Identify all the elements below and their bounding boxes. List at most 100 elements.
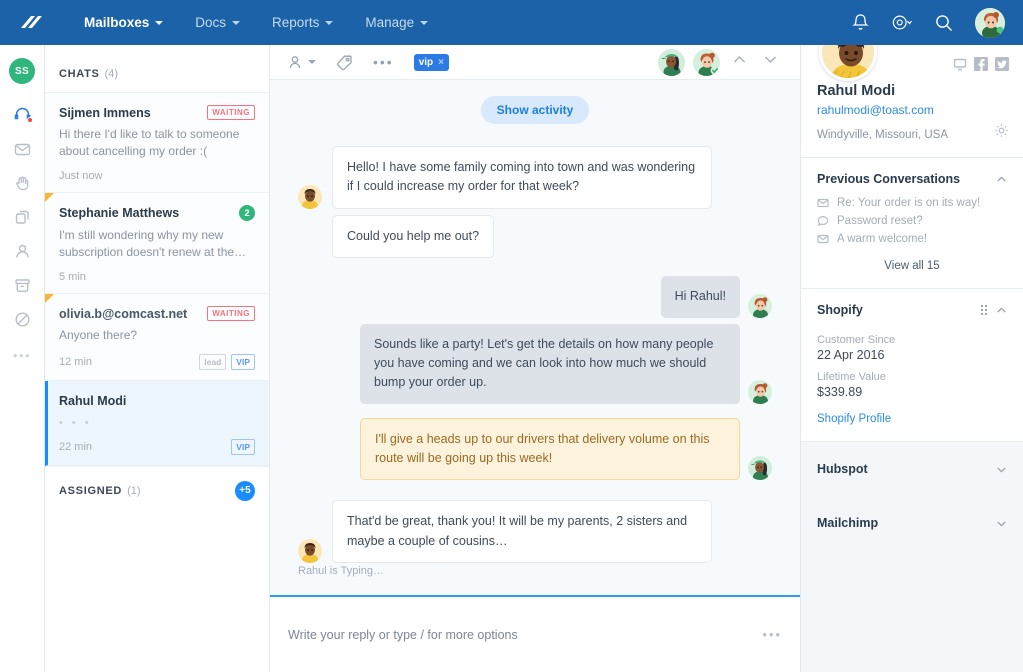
nav-item-mailboxes[interactable]: Mailboxes	[68, 0, 179, 45]
sidebar-item-inbox[interactable]	[7, 134, 37, 164]
chevron-up-icon[interactable]	[996, 305, 1007, 316]
status-badge: WAITING	[207, 306, 255, 321]
section-title: Hubspot	[817, 462, 868, 476]
list-item-name: Stephanie Matthews	[59, 205, 239, 221]
assigned-section-header[interactable]: ASSIGNED (1) +5	[45, 466, 269, 514]
list-item-time: 5 min	[59, 271, 86, 283]
agent-avatar-2	[748, 380, 772, 404]
message-bubble: Sounds like a party! Let's get the detai…	[360, 324, 740, 404]
tag-icon[interactable]	[336, 54, 353, 71]
avatar-spacer	[298, 234, 322, 258]
unread-count-badge: 2	[239, 205, 255, 221]
list-item-preview: Hi there I'd like to talk to someone abo…	[59, 126, 255, 160]
list-item-name: Rahul Modi	[59, 393, 255, 409]
nav-label-reports: Reports	[272, 15, 319, 30]
gear-icon[interactable]	[994, 123, 1009, 143]
chevron-up-icon[interactable]	[996, 174, 1007, 185]
view-all-link[interactable]: View all 15	[801, 248, 1023, 288]
sidebar-item-hand-wave[interactable]	[7, 168, 37, 198]
shopify-fields: Customer Since 22 Apr 2016 Lifetime Valu…	[801, 334, 1023, 399]
assign-person-icon[interactable]	[288, 54, 316, 71]
search-icon[interactable]	[933, 12, 955, 34]
nav-label-mailboxes: Mailboxes	[84, 15, 149, 30]
chat-list-count: (4)	[105, 68, 118, 80]
field-label: Customer Since	[817, 334, 1007, 346]
next-conversation-button[interactable]	[759, 52, 782, 72]
chevron-down-icon	[155, 21, 163, 25]
icon-rail: SS	[0, 45, 45, 672]
sidebar-item-archive[interactable]	[7, 270, 37, 300]
nav-item-manage[interactable]: Manage	[349, 0, 444, 45]
nav-item-docs[interactable]: Docs	[179, 0, 256, 45]
list-item[interactable]: Sijmen Immens WAITING Hi there I'd like …	[45, 93, 269, 193]
customer-avatar	[298, 185, 322, 209]
list-item[interactable]: A warm welcome!	[801, 230, 1023, 248]
assigned-title: ASSIGNED	[59, 485, 122, 497]
nav-label-manage: Manage	[365, 15, 414, 30]
chat-list-header: CHATS (4)	[45, 55, 269, 93]
message-row: Sounds like a party! Let's get the detai…	[298, 324, 772, 404]
list-item-time: 12 min	[59, 356, 92, 368]
tag-lead: lead	[199, 354, 226, 370]
status-badge: WAITING	[207, 105, 255, 120]
typing-dots-icon: • • •	[59, 417, 255, 429]
show-activity-button[interactable]: Show activity	[481, 96, 590, 124]
list-item-selected[interactable]: Rahul Modi • • • 22 min VIP	[45, 381, 269, 466]
mailchimp-section[interactable]: Mailchimp	[801, 496, 1023, 550]
list-item-name: olivia.b@comcast.net	[59, 306, 207, 322]
list-item[interactable]: Re: Your order is on its way!	[801, 194, 1023, 212]
helpscout-logo-icon[interactable]	[16, 10, 46, 36]
hubspot-section[interactable]: Hubspot	[801, 442, 1023, 496]
field-label: Lifetime Value	[817, 371, 1007, 383]
previous-conversations-card: Previous Conversations Re: Your order is…	[801, 158, 1023, 289]
tag-vip: VIP	[231, 439, 255, 455]
nav-item-reports[interactable]: Reports	[256, 0, 349, 45]
sidebar-more-icon[interactable]: •••	[13, 348, 31, 363]
chat-icon[interactable]	[953, 57, 967, 71]
chat-list-title: CHATS	[59, 68, 100, 80]
page-title: Rahul Modi	[817, 83, 1007, 99]
list-item-time: Just now	[59, 170, 102, 182]
customer-avatar[interactable]	[819, 45, 877, 81]
section-title: Mailchimp	[817, 516, 878, 530]
composer-more-icon[interactable]: •••	[762, 627, 782, 642]
list-item[interactable]: olivia.b@comcast.net WAITING Anyone ther…	[45, 294, 269, 381]
section-title: Previous Conversations	[817, 172, 960, 186]
shopify-profile-link[interactable]: Shopify Profile	[801, 399, 1023, 441]
lifebuoy-icon[interactable]	[891, 12, 913, 34]
list-item[interactable]: Password reset?	[801, 212, 1023, 230]
reply-composer[interactable]: Write your reply or type / for more opti…	[270, 595, 800, 672]
customer-avatar	[298, 539, 322, 563]
customer-email[interactable]: rahulmodi@toast.com	[817, 103, 1007, 117]
assigned-overflow-badge: +5	[235, 481, 255, 501]
twitter-icon[interactable]	[995, 57, 1009, 71]
bell-icon[interactable]	[849, 12, 871, 34]
chevron-down-icon	[325, 21, 333, 25]
agent-avatar-2[interactable]	[693, 49, 720, 76]
message-row: That'd be great, thank you! It will be m…	[298, 500, 772, 563]
list-item[interactable]: Stephanie Matthews 2 I'm still wondering…	[45, 193, 269, 293]
facebook-icon[interactable]	[974, 57, 988, 71]
rail-user-avatar[interactable]: SS	[9, 58, 35, 84]
tag-chip-vip[interactable]: vip ×	[414, 54, 449, 71]
more-options-icon[interactable]: •••	[373, 55, 394, 69]
chevron-down-icon[interactable]	[996, 518, 1007, 529]
avatar[interactable]	[975, 8, 1005, 38]
sidebar-item-chats[interactable]	[7, 100, 37, 130]
list-item-time: 22 min	[59, 441, 92, 453]
top-bar-actions	[849, 8, 1007, 38]
close-icon[interactable]: ×	[438, 57, 444, 68]
sidebar-item-spam[interactable]	[7, 304, 37, 334]
sidebar-item-person[interactable]	[7, 236, 37, 266]
message-row: Could you help me out?	[298, 215, 772, 258]
sidebar-item-layers[interactable]	[7, 202, 37, 232]
drag-handle-icon[interactable]	[981, 305, 987, 315]
conversation-subject: A warm welcome!	[837, 233, 927, 245]
chevron-down-icon[interactable]	[996, 464, 1007, 475]
chevron-down-icon	[232, 21, 240, 25]
agent-avatar-2	[748, 294, 772, 318]
reply-input-placeholder[interactable]: Write your reply or type / for more opti…	[288, 628, 518, 642]
agent-avatar-1	[748, 456, 772, 480]
previous-conversation-button[interactable]	[728, 52, 751, 72]
agent-avatar-1[interactable]	[658, 49, 685, 76]
